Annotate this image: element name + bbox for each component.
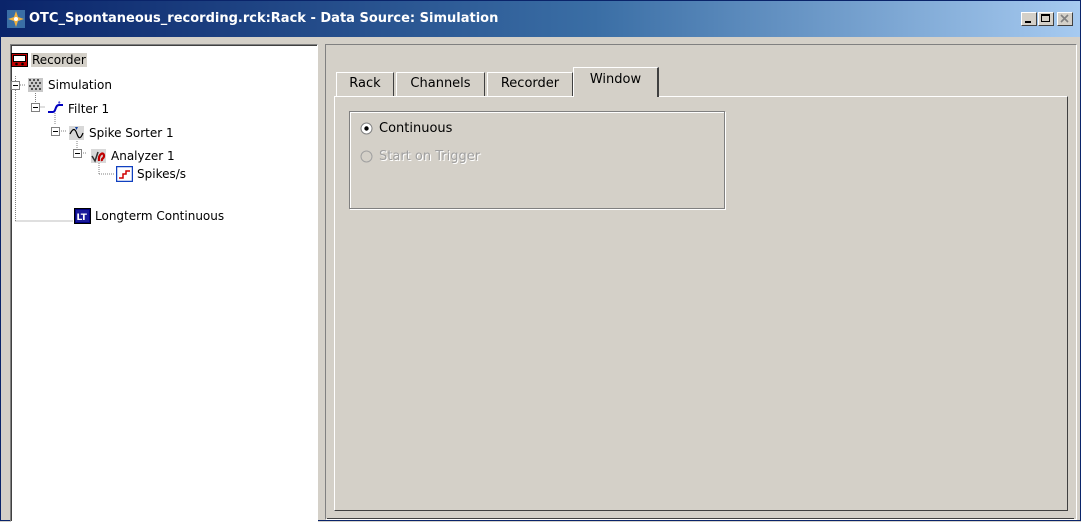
start-on-trigger-radio[interactable]: Start on Trigger [360, 147, 480, 165]
window-title: OTC_Spontaneous_recording.rck:Rack - Dat… [29, 11, 499, 26]
continuous-label: Continuous [379, 120, 453, 136]
pane-bottom-edge [327, 518, 1074, 519]
collapse-simulation-icon[interactable] [11, 81, 20, 90]
tree-item-longterm-continuous[interactable]: LT Longterm Continuous [74, 207, 225, 225]
tab-channels[interactable]: Channels [396, 72, 485, 96]
tree-item-label: Simulation [48, 78, 112, 92]
tab-recorder[interactable]: Recorder [487, 72, 573, 96]
tab-window[interactable]: Window [573, 67, 659, 97]
tree-item-label: Spike Sorter 1 [89, 126, 174, 140]
maximize-button[interactable] [1038, 12, 1054, 26]
radio-unselected-icon [360, 150, 373, 162]
radio-selected-icon [360, 122, 373, 134]
app-icon [7, 10, 25, 28]
maximize-icon [1041, 14, 1050, 22]
collapse-analyzer-icon[interactable] [73, 149, 82, 158]
tree-item-spike-sorter-1[interactable]: Spike Sorter 1 [68, 124, 175, 142]
filter-icon: f [48, 101, 63, 113]
tree-item-spikes-per-second[interactable]: Spikes/s [116, 165, 187, 183]
tree-item-filter-1[interactable]: f Filter 1 [47, 100, 110, 118]
longterm-icon: LT [74, 208, 91, 224]
analyzer-icon [91, 149, 106, 163]
tree-item-label: Filter 1 [68, 102, 110, 116]
tree-item-simulation[interactable]: Simulation [27, 76, 113, 94]
close-button[interactable] [1057, 12, 1073, 26]
continuous-radio[interactable]: Continuous [360, 119, 452, 137]
start-on-trigger-label: Start on Trigger [379, 148, 481, 164]
spike-sorter-icon [69, 126, 84, 140]
minimize-button[interactable] [1021, 12, 1037, 26]
minimize-icon [1025, 21, 1031, 23]
spikes-chart-icon [116, 166, 133, 182]
collapse-filter-icon[interactable] [31, 103, 40, 112]
title-bar[interactable]: OTC_Spontaneous_recording.rck:Rack - Dat… [1, 1, 1080, 37]
pane-splitter[interactable] [319, 44, 323, 520]
properties-pane: Rack Channels Recorder Window Continuous… [325, 44, 1077, 520]
close-icon [1060, 14, 1069, 23]
tab-rack[interactable]: Rack [336, 72, 394, 96]
tree-item-recorder[interactable]: Recorder [11, 51, 87, 69]
svg-text:LT: LT [77, 213, 88, 223]
collapse-spike-sorter-icon[interactable] [51, 127, 60, 136]
tree-item-label: Analyzer 1 [111, 149, 175, 163]
recorder-icon [11, 53, 28, 67]
tree-item-analyzer-1[interactable]: Analyzer 1 [90, 147, 176, 165]
tree-item-label: Recorder [31, 53, 87, 67]
main-window: OTC_Spontaneous_recording.rck:Rack - Dat… [0, 0, 1081, 522]
simulation-icon [28, 78, 43, 92]
device-tree[interactable]: Recorder Simulation f Filter 1 Spike Sor… [10, 44, 318, 522]
tree-item-label: Longterm Continuous [95, 209, 225, 223]
tree-item-label: Spikes/s [137, 167, 187, 181]
